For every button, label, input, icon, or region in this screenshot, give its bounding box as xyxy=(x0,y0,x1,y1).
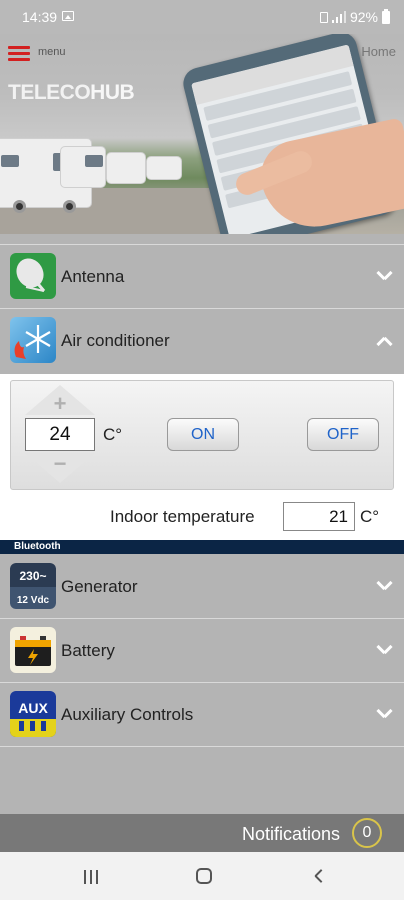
menu-label[interactable]: menu xyxy=(38,46,66,58)
camper-image xyxy=(146,156,182,180)
section-label-air-conditioner: Air conditioner xyxy=(61,331,170,350)
image-notification-icon xyxy=(62,11,74,21)
battery-icon xyxy=(382,8,390,24)
menu-icon[interactable] xyxy=(8,46,30,62)
section-antenna[interactable]: Antenna xyxy=(0,246,404,308)
section-battery[interactable]: Battery xyxy=(0,620,404,682)
air-conditioner-panel: + 24 − C° ON OFF Indoor temperature 21 C… xyxy=(0,374,404,540)
aux-icon: AUX xyxy=(10,691,56,737)
sim-icon xyxy=(319,11,328,23)
camper-image xyxy=(60,146,106,188)
generator-icon: 230~ 12 Vdc xyxy=(10,563,56,609)
setpoint-unit: C° xyxy=(103,425,123,444)
header-banner: menu Home TELECOHUB xyxy=(0,34,404,234)
indoor-temperature-label: Indoor temperature xyxy=(110,507,255,526)
section-label-battery: Battery xyxy=(61,641,115,660)
indoor-temperature-unit: C° xyxy=(360,507,380,526)
recent-apps-icon[interactable] xyxy=(84,870,100,884)
ac-on-button[interactable]: ON xyxy=(167,418,239,451)
chevron-down-icon[interactable] xyxy=(377,644,391,658)
camper-image xyxy=(106,152,146,184)
thermostat-box: + 24 − C° ON OFF xyxy=(10,380,394,490)
notifications-count-badge[interactable]: 0 xyxy=(352,818,382,848)
back-icon[interactable] xyxy=(312,869,326,883)
status-time: 14:39 xyxy=(22,9,58,25)
status-icons: 92% xyxy=(319,8,390,25)
status-bar: 14:39 92% xyxy=(0,0,404,34)
chevron-up-icon[interactable] xyxy=(377,334,391,348)
decrease-temperature-button[interactable]: − xyxy=(25,451,95,483)
signal-icon xyxy=(331,11,346,23)
temperature-setpoint-field[interactable]: 24 xyxy=(25,418,95,451)
chevron-down-icon[interactable] xyxy=(377,270,391,284)
battery-icon xyxy=(10,627,56,673)
bluetooth-label: Bluetooth xyxy=(0,540,404,554)
section-label-generator: Generator xyxy=(61,577,138,596)
antenna-icon xyxy=(10,253,56,299)
battery-percent: 92% xyxy=(349,9,378,25)
notifications-label: Notifications xyxy=(241,824,340,844)
notifications-bar[interactable]: Notifications 0 xyxy=(0,814,404,852)
indoor-temperature-value: 21 xyxy=(283,502,355,531)
svg-text:12 Vdc: 12 Vdc xyxy=(17,595,50,606)
section-label-auxiliary-controls: Auxiliary Controls xyxy=(61,705,194,724)
chevron-down-icon[interactable] xyxy=(377,580,391,594)
telecohub-logo: TELECOHUB xyxy=(8,81,135,104)
section-auxiliary-controls[interactable]: AUX Auxiliary Controls xyxy=(0,684,404,746)
increase-temperature-button[interactable]: + xyxy=(25,385,95,416)
chevron-down-icon[interactable] xyxy=(377,708,391,722)
air-conditioner-icon xyxy=(10,317,56,363)
svg-text:AUX: AUX xyxy=(18,700,48,716)
home-circle-icon[interactable] xyxy=(196,868,212,884)
ac-off-button[interactable]: OFF xyxy=(307,418,379,451)
section-air-conditioner[interactable]: Air conditioner xyxy=(0,310,404,372)
home-label: Home xyxy=(361,43,396,59)
system-navigation-bar xyxy=(0,852,404,900)
section-label-antenna: Antenna xyxy=(61,267,125,286)
section-generator[interactable]: 230~ 12 Vdc Generator xyxy=(0,556,404,618)
svg-text:230~: 230~ xyxy=(19,569,46,583)
